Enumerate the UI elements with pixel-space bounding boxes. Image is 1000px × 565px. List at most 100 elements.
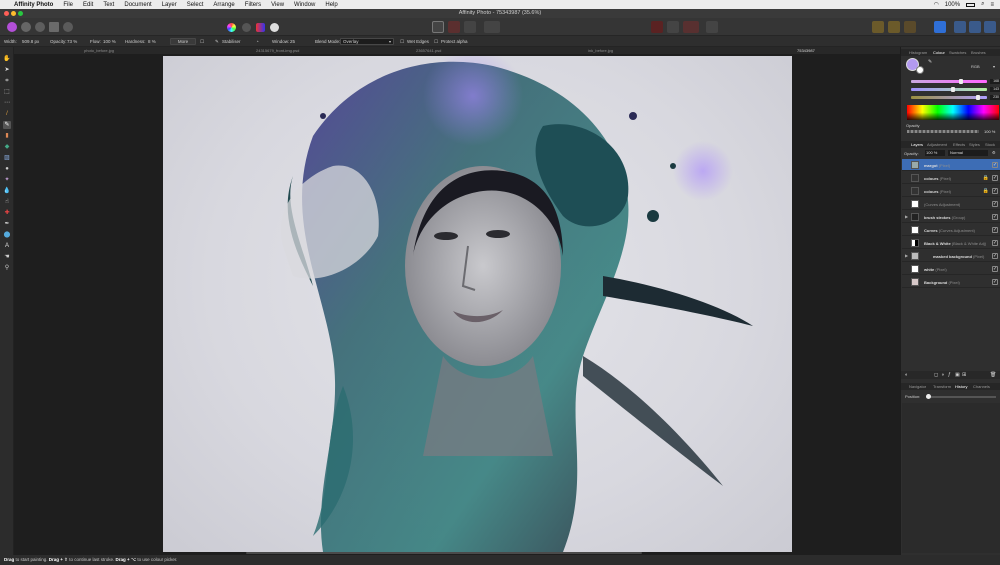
layer-visibility-checkbox[interactable]: ✓ <box>992 266 998 272</box>
white-balance-icon[interactable] <box>256 23 265 32</box>
add-pixel-layer-icon[interactable]: ◻ <box>934 372 938 378</box>
layer-visibility-checkbox[interactable]: ✓ <box>992 214 998 220</box>
menu-window[interactable]: Window <box>294 2 315 8</box>
align-icon[interactable] <box>888 21 900 33</box>
layer-row-selected[interactable]: margot (Pixel) ✓ <box>902 159 1000 171</box>
app-menu[interactable]: Affinity Photo <box>14 2 53 8</box>
view-mode-icon[interactable] <box>954 21 966 33</box>
doc-tab[interactable]: ink_before.jpg <box>588 48 613 53</box>
color-wheel-icon[interactable] <box>227 23 236 32</box>
inpainting-brush-icon[interactable]: ✚ <box>3 209 11 217</box>
layer-opacity-select[interactable]: 100 % <box>925 150 945 156</box>
tab-styles[interactable]: Styles <box>969 142 980 147</box>
layer-visibility-checkbox[interactable]: ✓ <box>992 240 998 246</box>
studio-toggle-icon[interactable] <box>934 21 946 33</box>
lock-icon[interactable]: 🔒 <box>983 175 989 181</box>
layer-row[interactable]: (Curves Adjustment) ✓ <box>902 198 1000 210</box>
rope-mode-icon[interactable]: ◔ <box>256 39 259 44</box>
colour-model-select[interactable]: RGB <box>971 64 980 69</box>
more-button[interactable]: More <box>170 38 196 45</box>
layer-blend-select[interactable]: Normal <box>948 150 988 156</box>
menu-arrange[interactable]: Arrange <box>213 2 234 8</box>
layer-row[interactable]: colours (Pixel) 🔒 ✓ <box>902 185 1000 197</box>
colour-picker-icon[interactable]: / <box>3 110 11 118</box>
flood-fill-icon[interactable]: ◆ <box>3 143 11 151</box>
menu-file[interactable]: File <box>63 2 73 8</box>
shape-tool-icon[interactable]: ⬤ <box>3 231 11 239</box>
layer-row[interactable]: Black & White (Black & White Adj) ✓ <box>902 237 1000 249</box>
flow-input[interactable]: 100 % <box>103 39 116 44</box>
minimize-window-button[interactable] <box>11 11 16 16</box>
doc-tab[interactable]: photo_before.jpg <box>84 48 114 53</box>
opacity-slider[interactable] <box>907 130 979 133</box>
hand-tool-icon[interactable]: ☚ <box>3 253 11 261</box>
gradient-tool-icon[interactable]: ▨ <box>3 154 11 162</box>
tab-colour[interactable]: Colour <box>933 50 945 55</box>
slider-knob[interactable] <box>926 394 931 399</box>
wet-edges-checkbox[interactable]: ☐ <box>400 39 404 45</box>
expand-triangle-icon[interactable]: ▶ <box>905 214 908 219</box>
quick-mask-icon[interactable] <box>484 21 500 33</box>
layer-visibility-checkbox[interactable]: ✓ <box>992 175 998 181</box>
lock-icon[interactable]: 🔒 <box>983 188 989 194</box>
selection-brush-icon[interactable]: ⬚ <box>3 88 11 96</box>
layer-row[interactable]: Curves (Curves Adjustment) ✓ <box>902 224 1000 236</box>
tab-histogram[interactable]: Histogram <box>909 50 927 55</box>
green-value[interactable]: 143 <box>990 87 1000 92</box>
tab-effects[interactable]: Effects <box>953 142 965 147</box>
tone-mapping-persona-icon[interactable] <box>49 22 59 32</box>
layer-visibility-checkbox[interactable]: ✓ <box>992 227 998 233</box>
smudge-brush-icon[interactable]: ☝ <box>3 198 11 206</box>
trash-icon[interactable]: 🗑 <box>990 372 996 378</box>
doc-tab-active[interactable]: 75343987 <box>797 48 815 53</box>
layer-row[interactable]: ▶ masked background (Pixel) ✓ <box>902 250 1000 262</box>
clone-tool-icon[interactable]: ✦ <box>3 176 11 184</box>
tab-channels[interactable]: Channels <box>973 384 990 389</box>
group-icon[interactable]: ▣ <box>955 372 960 378</box>
move-tool-icon[interactable]: ➤ <box>3 66 11 74</box>
history-list[interactable] <box>902 403 1000 553</box>
wifi-icon[interactable]: ◠ <box>934 1 939 8</box>
close-window-button[interactable] <box>4 11 9 16</box>
layer-visibility-checkbox[interactable]: ✓ <box>992 188 998 194</box>
hsl-icon[interactable] <box>270 23 279 32</box>
tab-adjustment[interactable]: Adjustment <box>927 142 947 147</box>
selection-subtract-icon[interactable] <box>448 21 460 33</box>
menu-help[interactable]: Help <box>325 2 337 8</box>
secondary-colour-swatch[interactable] <box>916 66 924 74</box>
eyedropper-icon[interactable]: ✎ <box>928 59 932 65</box>
tab-layers[interactable]: Layers <box>911 142 923 147</box>
selection-rect-icon[interactable] <box>432 21 444 33</box>
export-persona-icon[interactable] <box>63 22 73 32</box>
stabiliser-checkbox[interactable]: ✎ <box>215 39 219 45</box>
layer-visibility-checkbox[interactable]: ✓ <box>992 201 998 207</box>
layer-options-icon[interactable]: ⚙ <box>992 150 996 155</box>
selection-intersect-icon[interactable] <box>464 21 476 33</box>
develop-persona-icon[interactable] <box>35 22 45 32</box>
menu-layer[interactable]: Layer <box>162 2 177 8</box>
tab-brushes[interactable]: Brushes <box>971 50 986 55</box>
zoom-window-button[interactable] <box>18 11 23 16</box>
brush-options-icon[interactable]: ☐ <box>200 39 204 45</box>
red-value[interactable]: 168 <box>990 79 1000 84</box>
artwork-canvas[interactable] <box>163 56 792 552</box>
tab-transform[interactable]: Transform <box>933 384 951 389</box>
mirror-view-icon[interactable] <box>984 21 996 33</box>
tab-stock[interactable]: Stock <box>985 142 995 147</box>
dodge-tool-icon[interactable]: ● <box>3 165 11 173</box>
layer-row[interactable]: Background (Pixel) ✓ <box>902 276 1000 288</box>
battery-status[interactable]: 100% <box>945 2 960 8</box>
hardness-input[interactable]: 8 % <box>148 39 156 44</box>
menu-select[interactable]: Select <box>187 2 204 8</box>
protect-alpha-checkbox[interactable]: ☐ <box>434 39 438 45</box>
flood-select-icon[interactable]: ⋯ <box>3 99 11 107</box>
colour-spectrum[interactable] <box>907 105 999 120</box>
layer-visibility-checkbox[interactable]: ✓ <box>992 162 998 168</box>
menu-document[interactable]: Document <box>124 2 151 8</box>
tab-history[interactable]: History <box>955 384 967 389</box>
red-slider[interactable] <box>911 79 987 84</box>
new-layer-icon[interactable]: ⊞ <box>962 372 966 378</box>
menu-text[interactable]: Text <box>103 2 114 8</box>
view-tool-icon[interactable]: ✋ <box>3 55 11 63</box>
paint-brush-tool-icon[interactable]: ✎ <box>3 121 11 129</box>
